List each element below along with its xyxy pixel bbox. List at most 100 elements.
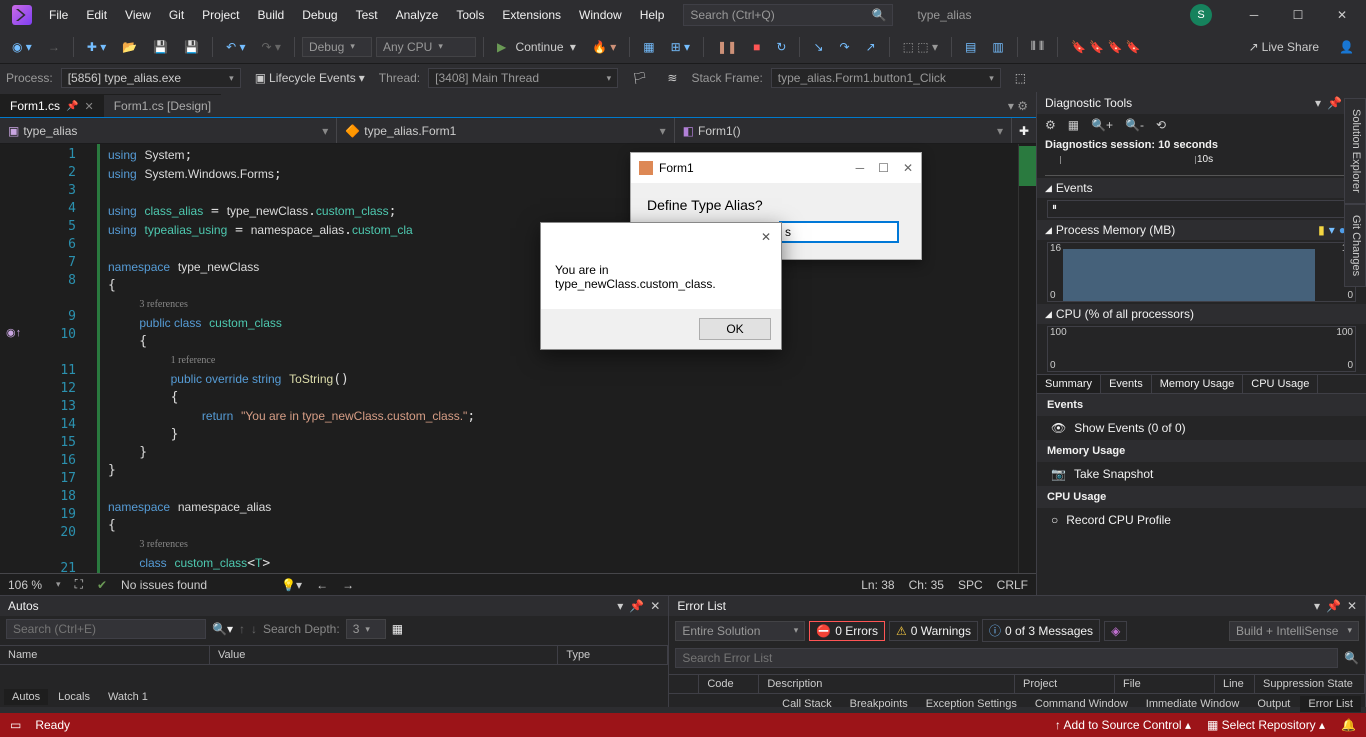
add-source-control[interactable]: ↑ Add to Source Control ▴ — [1055, 718, 1191, 732]
tab-autos[interactable]: Autos — [4, 689, 48, 705]
zoom-in-icon[interactable]: 🔍+ — [1091, 118, 1113, 132]
messages-chip[interactable]: ⓘ0 of 3 Messages — [982, 619, 1100, 642]
timeline-ruler[interactable]: 10s — [1045, 156, 1358, 176]
maximize-button[interactable]: ☐ — [1278, 0, 1318, 30]
col-suppression[interactable]: Suppression State — [1255, 675, 1365, 693]
redo-button[interactable]: ↷ ▾ — [256, 36, 287, 58]
pin-panel-icon[interactable]: 📌 — [1327, 96, 1342, 110]
pin-icon[interactable]: 📌 — [66, 101, 78, 112]
tab-call-stack[interactable]: Call Stack — [774, 696, 840, 712]
forward-button[interactable]: → — [42, 36, 66, 58]
menu-debug[interactable]: Debug — [293, 2, 346, 28]
back-button[interactable]: ◉ ▾ — [6, 36, 38, 58]
menu-edit[interactable]: Edit — [77, 2, 116, 28]
search-icon[interactable]: 🔍 — [1344, 651, 1359, 665]
panel-close-icon[interactable]: ✕ — [1347, 599, 1357, 613]
errors-chip[interactable]: ⛔0 Errors — [809, 621, 885, 641]
form1-titlebar[interactable]: Form1 ─☐✕ — [631, 153, 921, 183]
tab-form1-design[interactable]: Form1.cs [Design] — [104, 94, 221, 117]
form-min-icon[interactable]: ─ — [856, 161, 865, 175]
warnings-chip[interactable]: ⚠0 Warnings — [889, 621, 978, 641]
up-icon[interactable]: ↑ — [239, 622, 245, 636]
record-cpu-link[interactable]: ○Record CPU Profile — [1037, 508, 1366, 532]
tab-solution-explorer[interactable]: Solution Explorer — [1344, 98, 1366, 204]
menu-git[interactable]: Git — [160, 2, 193, 28]
memory-header[interactable]: ◢Process Memory (MB)▮▾●P — [1037, 220, 1366, 240]
col-code[interactable]: Code — [699, 675, 759, 693]
show-events-link[interactable]: 👁Show Events (0 of 0) — [1037, 416, 1366, 440]
menu-file[interactable]: File — [40, 2, 77, 28]
flag-icon[interactable]: 🏳 — [626, 67, 653, 89]
thread-combo[interactable]: [3408] Main Thread▾ — [428, 68, 618, 88]
lifecycle-events-button[interactable]: ▣ Lifecycle Events ▾ — [249, 67, 371, 89]
scope-combo[interactable]: Entire Solution▾ — [675, 621, 805, 641]
form-max-icon[interactable]: ☐ — [878, 161, 889, 175]
restart-button[interactable]: ↻ — [770, 36, 792, 58]
form-text-input[interactable]: s — [779, 221, 899, 243]
zoom-out-icon[interactable]: 🔍- — [1125, 118, 1144, 132]
gear-icon[interactable]: ⚙ — [1045, 118, 1056, 132]
scrollbar[interactable] — [1018, 144, 1036, 573]
col-line[interactable]: Line — [1215, 675, 1255, 693]
step-over-icon[interactable]: ↷ — [834, 36, 856, 58]
nav-next-icon[interactable]: → — [342, 578, 354, 592]
platform-combo[interactable]: Any CPU▾ — [376, 37, 476, 57]
process-combo[interactable]: [5856] type_alias.exe▾ — [61, 68, 241, 88]
step-out-icon[interactable]: ↗ — [860, 36, 882, 58]
tab-immediate-window[interactable]: Immediate Window — [1138, 696, 1248, 712]
close-button[interactable]: ✕ — [1322, 0, 1362, 30]
col-type[interactable]: Type — [558, 646, 668, 664]
menu-test[interactable]: Test — [347, 2, 387, 28]
menu-tools[interactable]: Tools — [447, 2, 493, 28]
tab-locals[interactable]: Locals — [50, 689, 98, 705]
col-name[interactable]: Name — [0, 646, 210, 664]
reset-zoom-icon[interactable]: ⟲ — [1156, 118, 1166, 132]
nav-project[interactable]: ▣type_alias▾ — [0, 118, 337, 143]
expand-icon[interactable]: ⛶ — [75, 577, 83, 592]
config-combo[interactable]: Debug▾ — [302, 37, 372, 57]
col-project[interactable]: Project — [1015, 675, 1115, 693]
menu-analyze[interactable]: Analyze — [387, 2, 448, 28]
tab-overflow-icon[interactable]: ▾ ⚙ — [1000, 95, 1036, 117]
search-icon[interactable]: 🔍▾ — [212, 622, 233, 636]
menu-help[interactable]: Help — [631, 2, 674, 28]
tab-watch1[interactable]: Watch 1 — [100, 689, 156, 705]
take-snapshot-link[interactable]: 📷Take Snapshot — [1037, 462, 1366, 486]
toolbar-icon-group[interactable]: ⬚ ⬚ ▾ — [897, 36, 944, 58]
live-share-button[interactable]: ↗ Live Share — [1243, 36, 1325, 58]
menu-project[interactable]: Project — [193, 2, 248, 28]
panel-dropdown-icon[interactable]: ▾ — [617, 599, 623, 613]
new-item-button[interactable]: ✚ ▾ — [81, 36, 112, 58]
col-file[interactable]: File — [1115, 675, 1215, 693]
autos-extra-icon[interactable]: ▦ — [392, 622, 403, 636]
cpu-graph[interactable]: 100 0 100 0 — [1047, 326, 1356, 372]
avatar[interactable]: S — [1190, 4, 1212, 26]
minimize-button[interactable]: ─ — [1234, 0, 1274, 30]
nav-member[interactable]: ◧Form1()▾ — [675, 118, 1012, 143]
panel-pin-icon[interactable]: 📌 — [629, 599, 644, 613]
cpu-header[interactable]: ◢CPU (% of all processors) — [1037, 304, 1366, 324]
break-all-button[interactable]: ❚❚ — [711, 36, 743, 58]
nav-prev-icon[interactable]: ← — [316, 578, 328, 592]
col-icon[interactable] — [669, 675, 699, 693]
split-icon[interactable]: ✚ — [1012, 118, 1036, 143]
diag-select-icon[interactable]: ▦ — [1068, 118, 1079, 132]
stop-button[interactable]: ■ — [747, 36, 766, 58]
panel-dropdown-icon[interactable]: ▾ — [1314, 599, 1320, 613]
depth-combo[interactable]: 3▾ — [346, 619, 386, 639]
msgbox-ok-button[interactable]: OK — [699, 318, 771, 340]
window-dropdown-icon[interactable]: ▾ — [1315, 96, 1321, 110]
stackframe-extra-icon[interactable]: ⬚ — [1009, 67, 1032, 89]
bookmark-icons[interactable]: 🔖 🔖 🔖 🔖 — [1065, 36, 1147, 58]
error-search-input[interactable] — [675, 648, 1338, 668]
breakpoint-marker-icon[interactable]: ◉↑ — [6, 326, 21, 339]
continue-button[interactable]: ▶ Continue ▾ — [491, 36, 582, 58]
new-window-icon[interactable]: ⊞ ▾ — [665, 36, 696, 58]
col-desc[interactable]: Description — [759, 675, 1015, 693]
save-button[interactable]: 💾 — [147, 36, 174, 58]
stackframe-combo[interactable]: type_alias.Form1.button1_Click▾ — [771, 68, 1001, 88]
tab-output[interactable]: Output — [1249, 696, 1298, 712]
open-button[interactable]: 📂 — [116, 36, 143, 58]
menu-build[interactable]: Build — [249, 2, 294, 28]
close-tab-icon[interactable]: ✕ — [84, 100, 93, 113]
